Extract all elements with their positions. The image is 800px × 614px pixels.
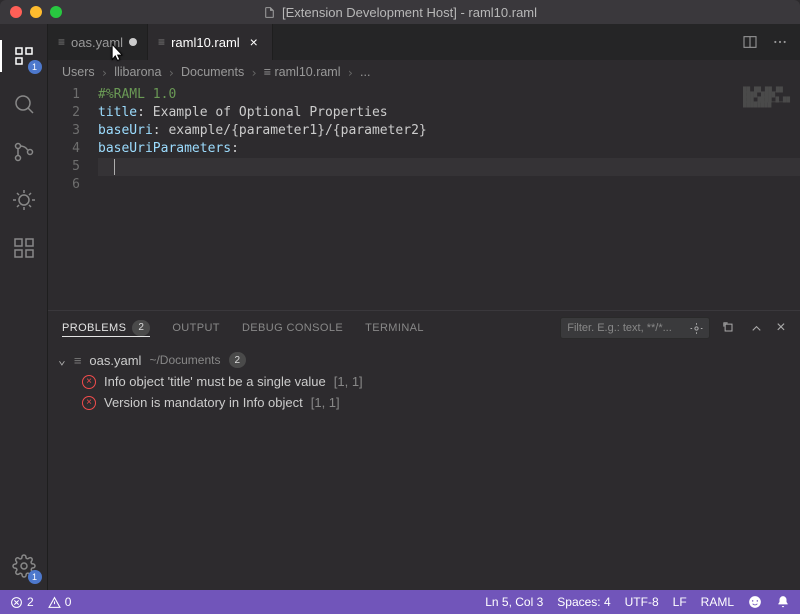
close-tab-icon[interactable]: × (246, 34, 262, 50)
line-gutter: 123456 (48, 84, 98, 310)
error-icon: × (82, 375, 96, 389)
problems-count: 2 (132, 320, 150, 336)
panel-tab-output[interactable]: OUTPUT (172, 322, 220, 334)
code-area[interactable]: #%RAML 1.0title: Example of Optional Pro… (98, 84, 800, 310)
breadcrumb-part[interactable]: ≡ raml10.raml (264, 65, 341, 79)
file-row[interactable]: ⌄ ≡ oas.yaml ~/Documents 2 (58, 349, 790, 371)
chevron-right-icon: › (250, 65, 258, 80)
status-ln-col[interactable]: Ln 5, Col 3 (485, 595, 543, 609)
breadcrumb-part[interactable]: llibarona (114, 65, 161, 79)
explorer-badge: 1 (28, 60, 42, 74)
tab-oas-yaml[interactable]: ≡ oas.yaml (48, 24, 148, 60)
code-line[interactable]: title: Example of Optional Properties (98, 104, 800, 122)
panel-body: ⌄ ≡ oas.yaml ~/Documents 2 × Info object … (48, 345, 800, 590)
status-encoding[interactable]: UTF-8 (625, 595, 659, 609)
editor-tabs: ≡ oas.yaml ≡ raml10.raml × (48, 24, 800, 60)
panel-tab-terminal[interactable]: TERMINAL (365, 322, 424, 334)
line-number: 1 (48, 86, 80, 104)
title-bar: [Extension Development Host] - raml10.ra… (0, 0, 800, 24)
file-path: ~/Documents (149, 353, 220, 367)
minimap[interactable]: ██▁██▁██▁██ ████▁████ ███▁████▁█▁██ ████… (743, 88, 790, 108)
error-icon: × (82, 396, 96, 410)
problem-message: Version is mandatory in Info object (104, 395, 303, 410)
extensions-icon[interactable] (0, 224, 48, 272)
problem-position: [1, 1] (311, 395, 340, 410)
filter-settings-icon[interactable] (690, 322, 703, 335)
search-icon[interactable] (0, 80, 48, 128)
filter-input[interactable]: Filter. E.g.: text, **/*... (560, 317, 710, 339)
line-number: 6 (48, 176, 80, 194)
breadcrumb-part[interactable]: Users (62, 65, 95, 79)
tab-label: raml10.raml (171, 35, 240, 50)
chevron-right-icon: › (101, 65, 109, 80)
modified-indicator-icon (129, 38, 137, 46)
problems-panel: PROBLEMS 2 OUTPUT DEBUG CONSOLE TERMINAL… (48, 310, 800, 590)
file-problem-count: 2 (229, 352, 247, 368)
close-panel-icon[interactable]: × (776, 319, 786, 337)
activity-bar: 1 1 (0, 24, 48, 590)
status-errors[interactable]: 2 (10, 595, 34, 609)
file-icon: ≡ (58, 35, 65, 49)
breadcrumb-part[interactable]: Documents (181, 65, 244, 79)
code-line[interactable] (98, 158, 800, 176)
status-bar: 2 0 Ln 5, Col 3 Spaces: 4 UTF-8 LF RAML (0, 590, 800, 614)
editor-pane: ≡ oas.yaml ≡ raml10.raml × Users › lliba… (48, 24, 800, 590)
breadcrumb-part[interactable]: ... (360, 65, 370, 79)
explorer-icon[interactable]: 1 (0, 32, 48, 80)
line-number: 5 (48, 158, 80, 176)
panel-tab-debug-console[interactable]: DEBUG CONSOLE (242, 322, 343, 334)
problem-position: [1, 1] (334, 374, 363, 389)
tab-label: oas.yaml (71, 35, 123, 50)
feedback-icon[interactable] (748, 595, 762, 609)
status-lang[interactable]: RAML (701, 595, 734, 609)
breadcrumbs[interactable]: Users › llibarona › Documents › ≡ raml10… (48, 60, 800, 84)
problem-row[interactable]: × Info object 'title' must be a single va… (58, 371, 790, 392)
line-number: 3 (48, 122, 80, 140)
code-line[interactable]: #%RAML 1.0 (98, 86, 800, 104)
error-icon (10, 596, 23, 609)
line-number: 4 (48, 140, 80, 158)
collapse-all-icon[interactable] (722, 321, 737, 336)
panel-tabs: PROBLEMS 2 OUTPUT DEBUG CONSOLE TERMINAL… (48, 311, 800, 345)
editor-body[interactable]: 123456 #%RAML 1.0title: Example of Optio… (48, 84, 800, 310)
chevron-right-icon: › (347, 65, 355, 80)
maximize-panel-icon[interactable] (749, 321, 764, 336)
file-icon: ≡ (74, 353, 82, 368)
more-icon[interactable] (772, 34, 788, 50)
settings-icon[interactable]: 1 (0, 542, 48, 590)
file-icon: ≡ (158, 35, 165, 49)
debug-icon[interactable] (0, 176, 48, 224)
notifications-icon[interactable] (776, 595, 790, 609)
warning-icon (48, 596, 61, 609)
status-warnings[interactable]: 0 (48, 595, 72, 609)
code-line[interactable]: baseUri: example/{parameter1}/{parameter… (98, 122, 800, 140)
panel-tab-problems[interactable]: PROBLEMS 2 (62, 320, 150, 337)
source-control-icon[interactable] (0, 128, 48, 176)
file-name: oas.yaml (89, 353, 141, 368)
problem-message: Info object 'title' must be a single val… (104, 374, 326, 389)
window-title: [Extension Development Host] - raml10.ra… (0, 5, 800, 20)
chevron-right-icon: › (167, 65, 175, 80)
status-eol[interactable]: LF (673, 595, 687, 609)
split-editor-icon[interactable] (742, 34, 758, 50)
code-line[interactable]: baseUriParameters: (98, 140, 800, 158)
line-number: 2 (48, 104, 80, 122)
chevron-down-icon[interactable]: ⌄ (58, 353, 66, 368)
editor-actions (730, 34, 800, 50)
file-icon (263, 6, 276, 19)
code-line[interactable] (98, 176, 800, 194)
problem-row[interactable]: × Version is mandatory in Info object [1, … (58, 392, 790, 413)
settings-badge: 1 (28, 570, 42, 584)
status-spaces[interactable]: Spaces: 4 (557, 595, 610, 609)
tab-raml10-raml[interactable]: ≡ raml10.raml × (148, 24, 273, 60)
